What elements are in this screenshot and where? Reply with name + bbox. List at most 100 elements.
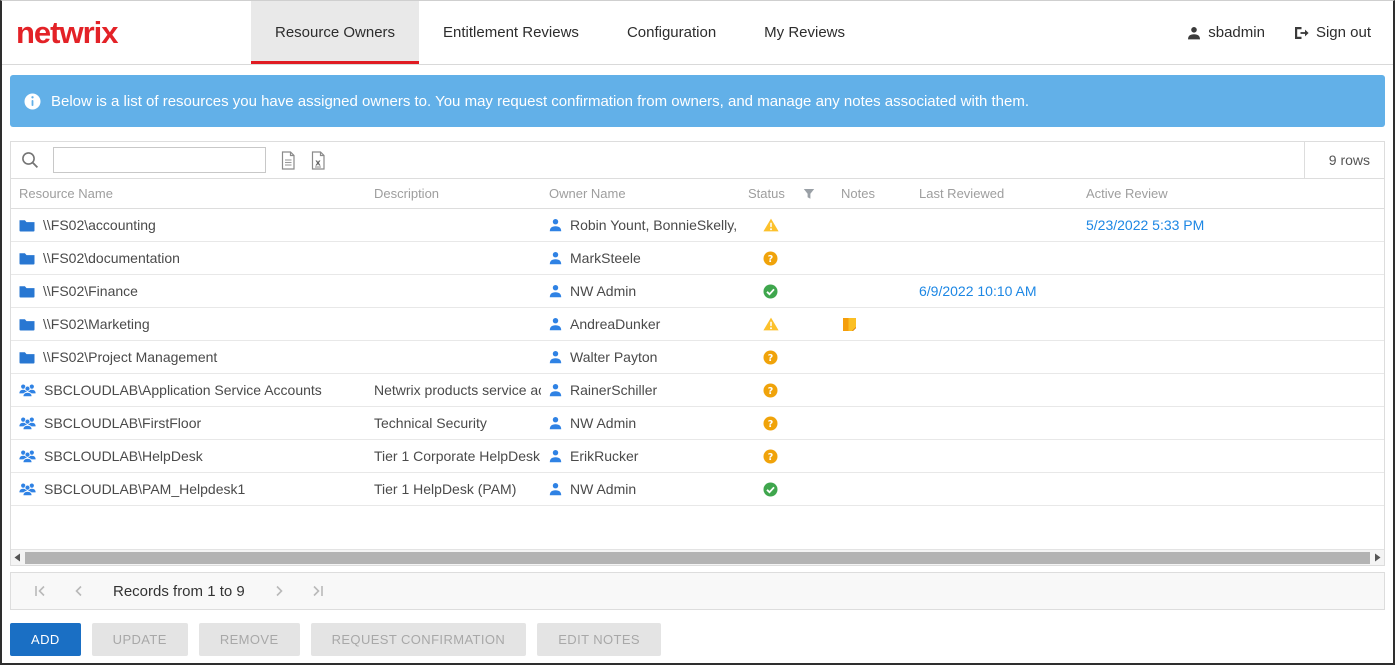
- owner-name-cell: Walter Payton: [541, 349, 740, 365]
- person-icon: [549, 350, 562, 364]
- question-icon: ?: [763, 416, 778, 431]
- export-excel-icon[interactable]: x: [310, 151, 326, 170]
- status-cell: [740, 317, 833, 331]
- last-page-button[interactable]: [301, 573, 335, 609]
- owner-name-cell: NW Admin: [541, 415, 740, 431]
- owner-name: Robin Yount, BonnieSkelly, Sc: [570, 217, 740, 233]
- svg-text:?: ?: [768, 452, 774, 463]
- info-icon: [24, 93, 41, 110]
- column-header-active-review[interactable]: Active Review: [1078, 186, 1384, 201]
- column-header-owner-name[interactable]: Owner Name: [541, 186, 740, 201]
- owner-name: NW Admin: [570, 415, 636, 431]
- request-confirmation-button[interactable]: REQUEST CONFIRMATION: [311, 623, 527, 656]
- question-icon: ?: [763, 251, 778, 266]
- prev-page-button[interactable]: [61, 573, 95, 609]
- scroll-left-icon[interactable]: [11, 550, 24, 565]
- username: sbadmin: [1208, 24, 1265, 41]
- rows-count: 9 rows: [1304, 142, 1384, 178]
- grid-toolbar: x 9 rows: [11, 142, 1384, 179]
- tab-resource-owners[interactable]: Resource Owners: [251, 1, 419, 64]
- app-header: netwrix Resource OwnersEntitlement Revie…: [2, 1, 1393, 65]
- resource-name: \\FS02\Marketing: [43, 316, 150, 332]
- resource-name: \\FS02\Project Management: [43, 349, 217, 365]
- owner-name-cell: NW Admin: [541, 283, 740, 299]
- signout-icon: [1293, 26, 1309, 40]
- status-cell: ?: [740, 350, 833, 365]
- status-cell: [740, 284, 833, 299]
- table-row[interactable]: \\FS02\accounting Robin Yount, BonnieSkel…: [11, 209, 1384, 242]
- resource-name-cell: SBCLOUDLAB\FirstFloor: [11, 415, 366, 431]
- active-review-link[interactable]: 5/23/2022 5:33 PM: [1086, 217, 1204, 233]
- resource-name-cell: SBCLOUDLAB\HelpDesk: [11, 448, 366, 464]
- person-icon: [549, 482, 562, 496]
- owner-name: NW Admin: [570, 283, 636, 299]
- add-button[interactable]: ADD: [10, 623, 81, 656]
- column-label: Notes: [841, 186, 875, 201]
- scroll-right-icon[interactable]: [1371, 550, 1384, 565]
- resource-name: SBCLOUDLAB\Application Service Accounts: [44, 382, 322, 398]
- table-row[interactable]: \\FS02\documentationMarkSteele?: [11, 242, 1384, 275]
- column-header-last-reviewed[interactable]: Last Reviewed: [911, 186, 1078, 201]
- owner-name-cell: Robin Yount, BonnieSkelly, Sc: [541, 217, 740, 233]
- description-cell: Tier 1 Corporate HelpDesk: [366, 448, 541, 464]
- column-header-resource-name[interactable]: Resource Name: [11, 186, 366, 201]
- scrollbar-thumb[interactable]: [25, 552, 1370, 564]
- resource-name-cell: \\FS02\documentation: [11, 250, 366, 266]
- table-row[interactable]: SBCLOUDLAB\PAM_Helpdesk1Tier 1 HelpDesk …: [11, 473, 1384, 506]
- group-icon: [19, 383, 36, 397]
- user-menu[interactable]: sbadmin: [1187, 24, 1265, 41]
- person-icon: [549, 284, 562, 298]
- column-header-description[interactable]: Description: [366, 186, 541, 201]
- update-button[interactable]: UPDATE: [92, 623, 188, 656]
- table-row[interactable]: SBCLOUDLAB\HelpDeskTier 1 Corporate Help…: [11, 440, 1384, 473]
- first-page-button[interactable]: [23, 573, 57, 609]
- last-reviewed-link[interactable]: 6/9/2022 10:10 AM: [919, 283, 1037, 299]
- question-icon: ?: [763, 350, 778, 365]
- table-row[interactable]: SBCLOUDLAB\FirstFloor Technical Security N…: [11, 407, 1384, 440]
- owner-name: ErikRucker: [570, 448, 638, 464]
- person-icon: [549, 383, 562, 397]
- edit-notes-button[interactable]: EDIT NOTES: [537, 623, 661, 656]
- status-cell: ?: [740, 416, 833, 431]
- description-cell: Technical Security: [366, 415, 541, 431]
- owner-name: RainerSchiller: [570, 382, 657, 398]
- column-header-status[interactable]: Status: [740, 186, 833, 201]
- svg-text:?: ?: [768, 419, 774, 430]
- tab-entitlement-reviews[interactable]: Entitlement Reviews: [419, 1, 603, 64]
- status-cell: ?: [740, 383, 833, 398]
- table-row[interactable]: \\FS02\Marketing AndreaDunker: [11, 308, 1384, 341]
- owner-name-cell: AndreaDunker: [541, 316, 740, 332]
- warning-icon: [763, 218, 779, 232]
- group-icon: [19, 449, 36, 463]
- table-header: Resource NameDescriptionOwner NameStatus…: [11, 179, 1384, 209]
- owner-name-cell: NW Admin: [541, 481, 740, 497]
- table-row[interactable]: \\FS02\Project Management Walter Payton?: [11, 341, 1384, 374]
- resource-name: SBCLOUDLAB\FirstFloor: [44, 415, 201, 431]
- horizontal-scrollbar[interactable]: [11, 549, 1384, 565]
- remove-button[interactable]: REMOVE: [199, 623, 300, 656]
- search-input[interactable]: [53, 147, 266, 173]
- table-row[interactable]: SBCLOUDLAB\Application Service AccountsN…: [11, 374, 1384, 407]
- folder-icon: [19, 284, 35, 298]
- column-header-notes[interactable]: Notes: [833, 186, 911, 201]
- resource-name: \\FS02\accounting: [43, 217, 156, 233]
- folder-icon: [19, 251, 35, 265]
- resource-name: \\FS02\Finance: [43, 283, 138, 299]
- table-row[interactable]: \\FS02\Finance NW Admin 6/9/2022 10:10 AM: [11, 275, 1384, 308]
- export-document-icon[interactable]: [280, 151, 296, 170]
- resource-name: SBCLOUDLAB\PAM_Helpdesk1: [44, 481, 245, 497]
- person-icon: [549, 317, 562, 331]
- next-page-button[interactable]: [263, 573, 297, 609]
- main-nav: Resource OwnersEntitlement ReviewsConfig…: [251, 1, 1187, 64]
- resource-name-cell: \\FS02\Project Management: [11, 349, 366, 365]
- signout-label: Sign out: [1316, 24, 1371, 41]
- resource-name-cell: \\FS02\Marketing: [11, 316, 366, 332]
- svg-text:?: ?: [768, 386, 774, 397]
- active-review-cell: 5/23/2022 5:33 PM: [1078, 217, 1384, 233]
- status-cell: [740, 218, 833, 232]
- tab-my-reviews[interactable]: My Reviews: [740, 1, 869, 64]
- tab-configuration[interactable]: Configuration: [603, 1, 740, 64]
- owner-name: NW Admin: [570, 481, 636, 497]
- signout-button[interactable]: Sign out: [1293, 24, 1371, 41]
- column-label: Active Review: [1086, 186, 1168, 201]
